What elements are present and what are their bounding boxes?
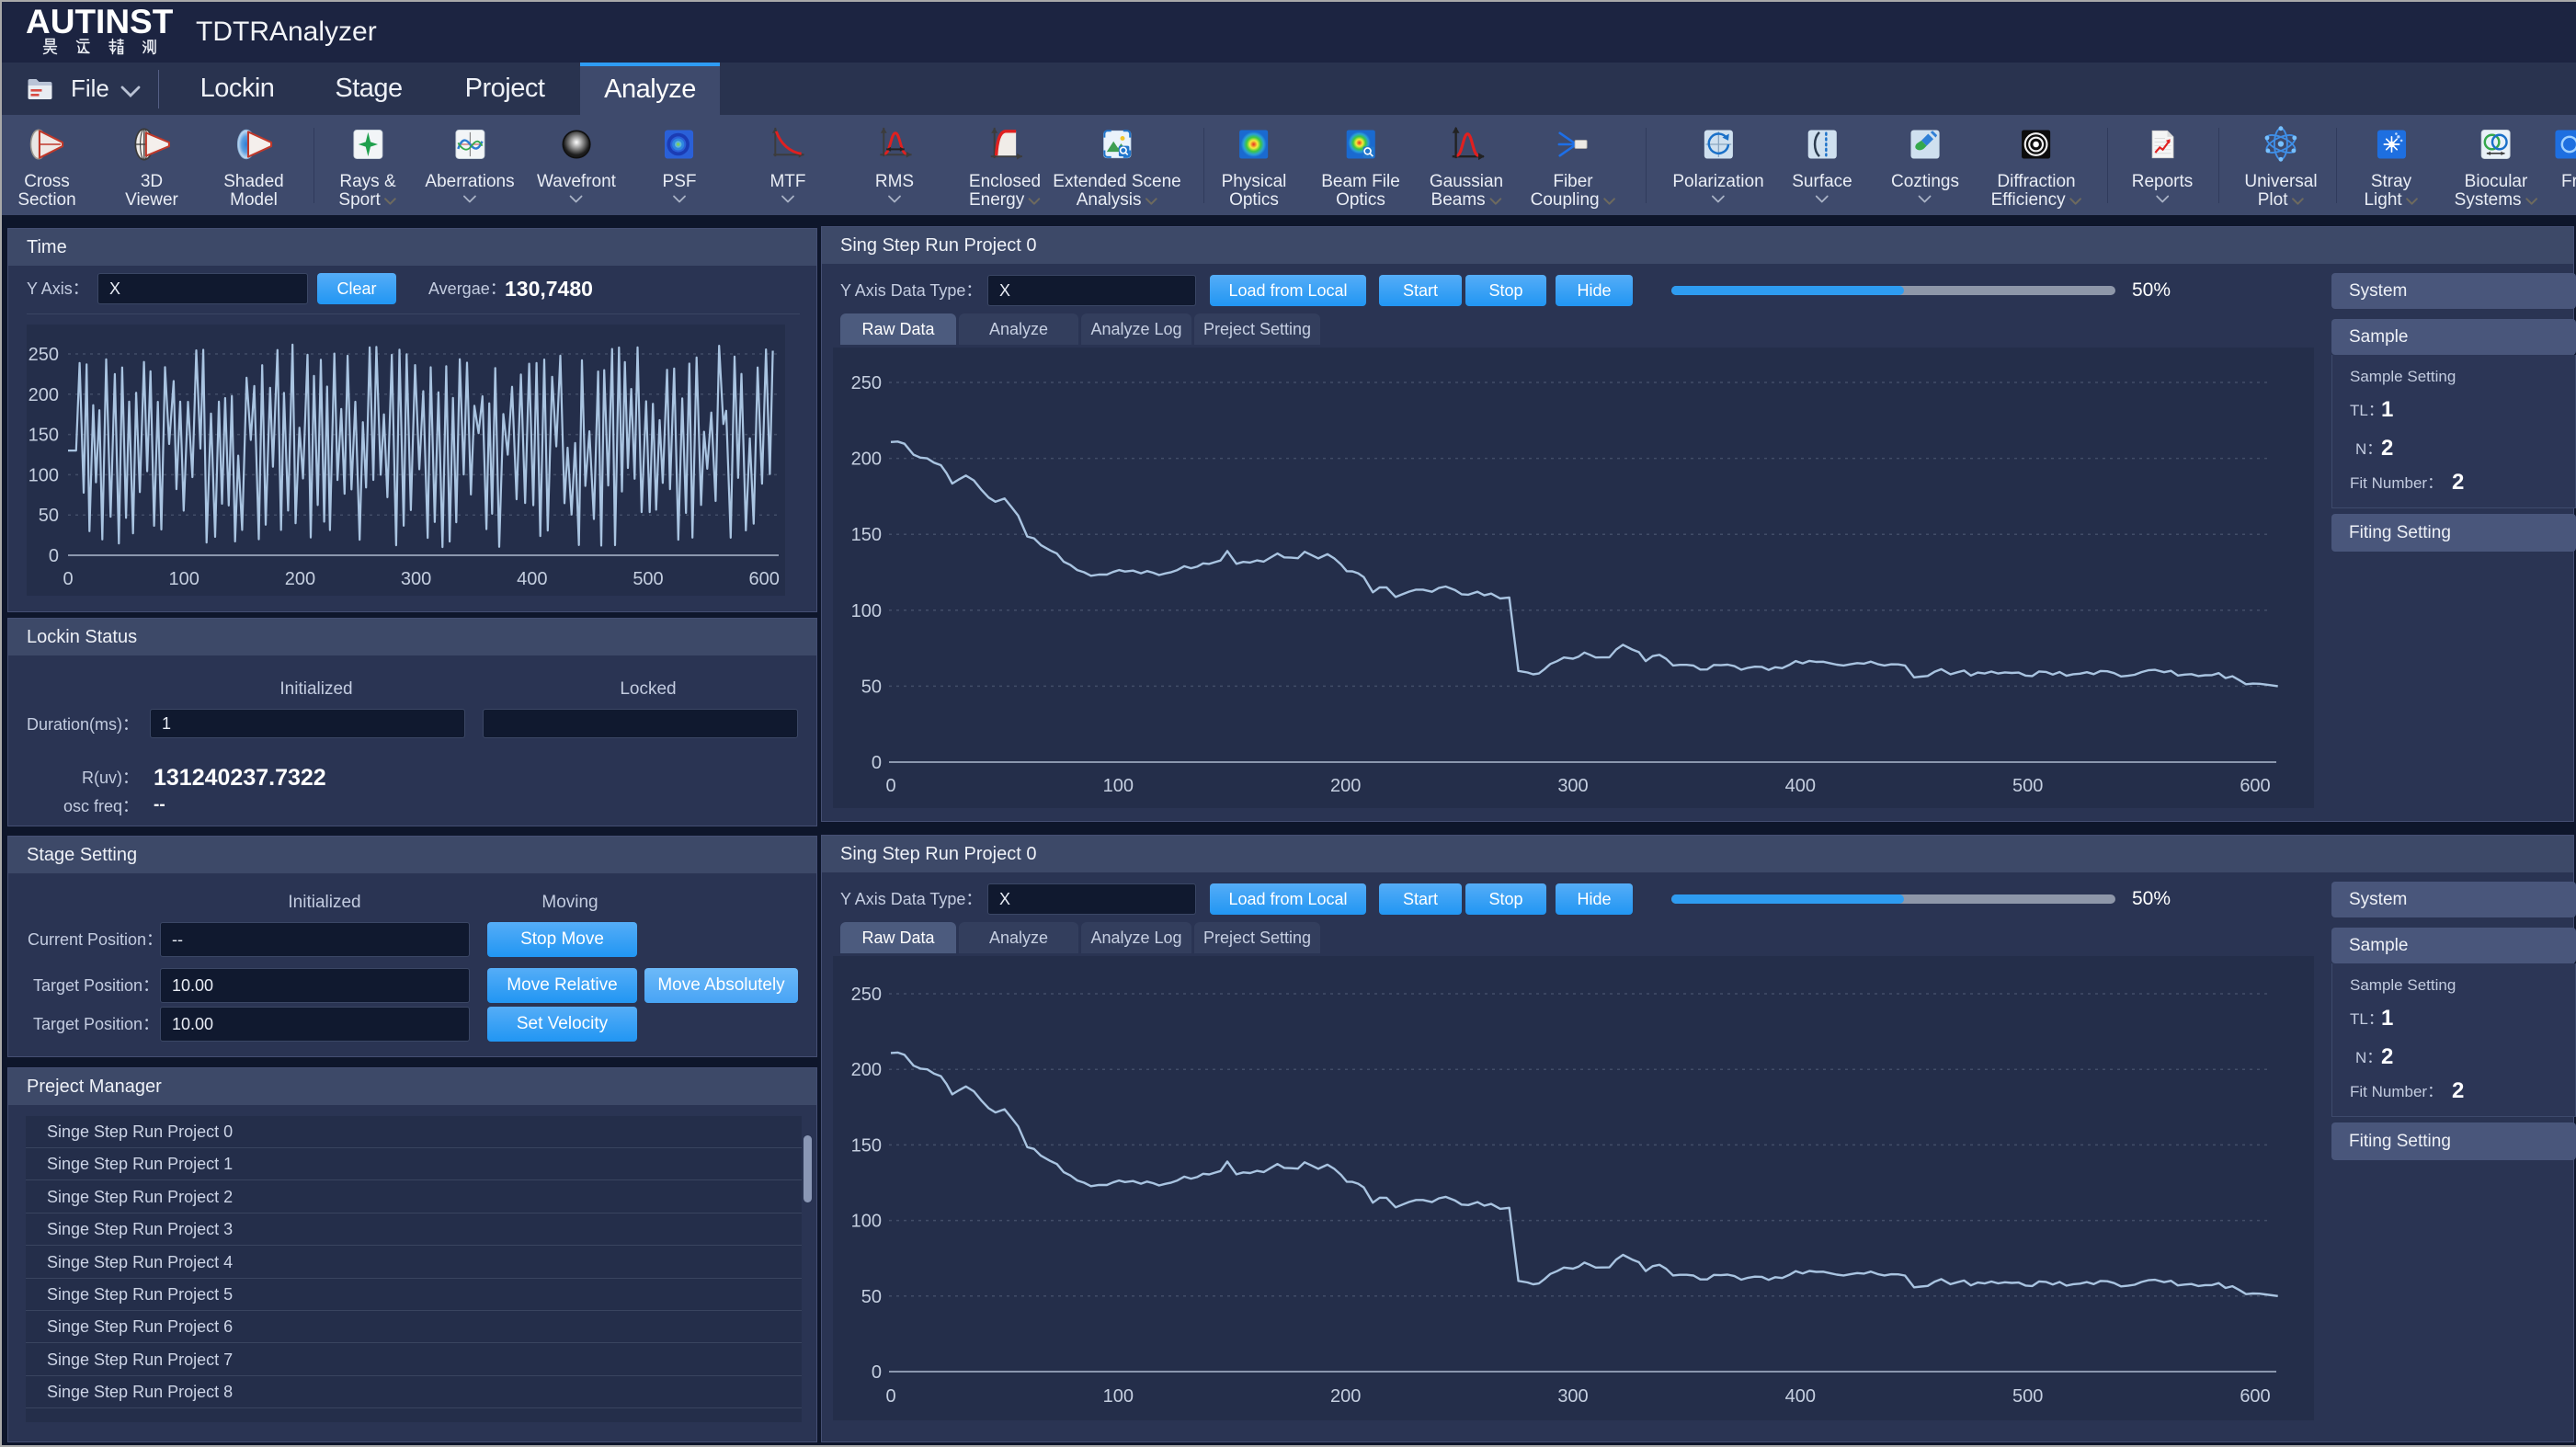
svg-text:300: 300 bbox=[401, 569, 431, 589]
svg-text:100: 100 bbox=[851, 1212, 882, 1232]
svg-text:500: 500 bbox=[2012, 1386, 2043, 1407]
svg-text:600: 600 bbox=[2240, 1386, 2270, 1407]
svg-text:400: 400 bbox=[517, 569, 547, 589]
svg-text:0: 0 bbox=[63, 569, 73, 589]
svg-text:50: 50 bbox=[861, 677, 882, 697]
svg-text:400: 400 bbox=[1785, 1386, 1816, 1407]
svg-text:600: 600 bbox=[2240, 776, 2270, 796]
svg-text:0: 0 bbox=[872, 753, 882, 773]
svg-text:200: 200 bbox=[851, 1060, 882, 1080]
svg-text:250: 250 bbox=[851, 373, 882, 393]
svg-text:500: 500 bbox=[2012, 776, 2043, 796]
svg-text:200: 200 bbox=[1330, 1386, 1361, 1407]
svg-text:0: 0 bbox=[885, 776, 895, 796]
svg-text:100: 100 bbox=[851, 601, 882, 621]
svg-text:250: 250 bbox=[28, 345, 59, 365]
svg-text:300: 300 bbox=[1557, 1386, 1588, 1407]
svg-text:100: 100 bbox=[28, 465, 59, 485]
svg-text:500: 500 bbox=[633, 569, 663, 589]
svg-text:150: 150 bbox=[851, 1135, 882, 1156]
svg-text:50: 50 bbox=[39, 506, 59, 526]
svg-text:0: 0 bbox=[885, 1386, 895, 1407]
svg-text:50: 50 bbox=[861, 1287, 882, 1307]
svg-text:400: 400 bbox=[1785, 776, 1816, 796]
svg-text:100: 100 bbox=[1103, 1386, 1134, 1407]
svg-text:150: 150 bbox=[28, 426, 59, 446]
svg-text:200: 200 bbox=[851, 450, 882, 470]
svg-text:200: 200 bbox=[28, 385, 59, 405]
svg-text:0: 0 bbox=[872, 1362, 882, 1383]
svg-text:300: 300 bbox=[1557, 776, 1588, 796]
svg-text:200: 200 bbox=[1330, 776, 1361, 796]
svg-text:150: 150 bbox=[851, 525, 882, 545]
svg-text:600: 600 bbox=[749, 569, 780, 589]
svg-text:100: 100 bbox=[1103, 776, 1134, 796]
svg-text:100: 100 bbox=[169, 569, 199, 589]
svg-text:250: 250 bbox=[851, 985, 882, 1005]
svg-text:200: 200 bbox=[285, 569, 315, 589]
svg-text:0: 0 bbox=[49, 546, 59, 566]
